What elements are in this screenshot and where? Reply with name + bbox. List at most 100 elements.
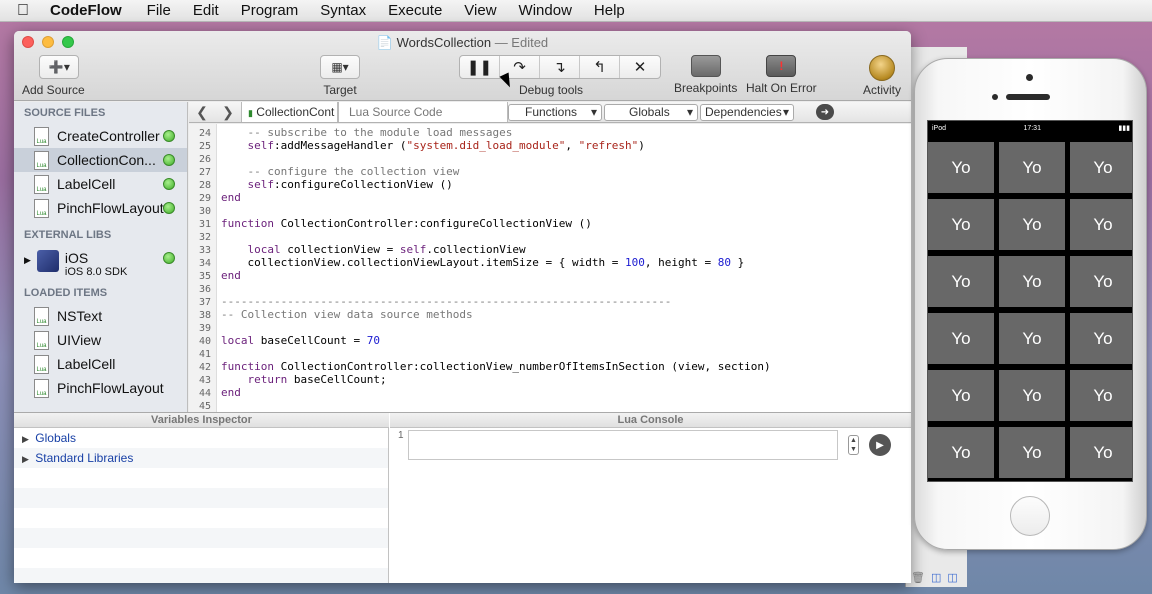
activity-tool[interactable]: Activity [863,55,901,97]
step-into-icon[interactable]: ↴ [540,56,580,78]
forward-arrow-icon[interactable]: ❯ [215,104,241,121]
loaded-item[interactable]: Lua UIView [14,328,187,352]
globals-popup[interactable]: Globals ▾ [604,103,698,121]
tab-lua-source-code[interactable]: Lua Source Code [338,102,508,122]
variables-row-standard-libraries[interactable]: ▶ Standard Libraries [14,448,388,468]
console-input[interactable] [408,430,838,460]
loaded-item[interactable]: Lua PinchFlowLayout [14,376,187,400]
home-button[interactable] [1010,496,1050,536]
code-line[interactable]: 33 local collectionView = self.collectio… [189,243,911,256]
trash-icon[interactable]: 🗑 [911,571,925,584]
functions-popup[interactable]: Functions ▾ [508,103,602,121]
code-line[interactable]: 40 local baseCellCount = 70 [189,334,911,347]
stop-icon[interactable]: ✕ [620,56,660,78]
variables-row-globals[interactable]: ▶ Globals [14,428,388,448]
collection-cell[interactable]: Yo [928,142,994,193]
halt-on-error-icon[interactable]: ! [766,55,797,77]
menu-edit[interactable]: Edit [182,2,230,19]
collection-cell[interactable]: Yo [999,370,1065,421]
code-line[interactable]: 44 end [189,386,911,399]
menu-window[interactable]: Window [508,2,583,19]
background-window-toolbar: 🗑 ◫ ◫ [905,567,967,587]
code-line[interactable]: 37 --------------------------------------… [189,295,911,308]
collection-cell[interactable]: Yo [1070,370,1132,421]
tab-collection-controller[interactable]: ▮ CollectionCont [241,102,338,122]
disclosure-triangle-icon[interactable]: ▶ [22,434,29,444]
menu-execute[interactable]: Execute [377,2,453,19]
panel-right-icon[interactable]: ◫ [947,571,957,584]
lua-file-icon: Lua [34,306,49,326]
window-title-text: WordsCollection [396,35,492,50]
disclosure-triangle-icon[interactable]: ▶ [24,255,31,266]
collection-cell[interactable]: Yo [928,313,994,364]
menu-view[interactable]: View [453,2,507,19]
disclosure-triangle-icon[interactable]: ▶ [22,454,29,464]
breakpoints-tool[interactable]: Breakpoints [674,55,737,95]
collection-cell[interactable]: Yo [1070,313,1132,364]
breakpoint-icon[interactable] [690,55,721,77]
collection-cell[interactable]: Yo [1070,142,1132,193]
apple-icon[interactable]:  [0,2,46,20]
source-file-item[interactable]: Lua CreateController [14,124,187,148]
code-line[interactable]: 32 [189,230,911,243]
dependencies-popup[interactable]: Dependencies ▾ [700,103,794,121]
menu-syntax[interactable]: Syntax [309,2,377,19]
collection-cell[interactable]: Yo [999,142,1065,193]
collection-cell[interactable]: Yo [999,199,1065,250]
external-lib-ios[interactable]: ▶ iOS iOS 8.0 SDK [14,246,187,280]
collection-cell[interactable]: Yo [999,256,1065,307]
collection-cell[interactable]: Yo [928,427,994,478]
add-source-button[interactable]: ➕▾ [39,55,80,79]
code-line[interactable]: 29 end [189,191,911,204]
code-line[interactable]: 27 -- configure the collection view [189,165,911,178]
halt-on-error-tool[interactable]: ! Halt On Error [746,55,817,95]
pause-icon[interactable]: ❚❚ [460,56,500,78]
code-line[interactable]: 30 [189,204,911,217]
simulator-screen[interactable]: iPod 17:31 ▮▮▮ Yo Yo Yo Yo Yo Yo Yo Yo Yo Yo Yo Yo Y… [927,120,1133,482]
code-line[interactable]: 45 [189,399,911,412]
activity-icon[interactable] [869,55,895,81]
menu-help[interactable]: Help [583,2,636,19]
source-file-item-selected[interactable]: Lua CollectionCon... [14,148,187,172]
collection-cell[interactable]: Yo [999,427,1065,478]
loaded-item[interactable]: Lua NSText [14,304,187,328]
code-line[interactable]: 41 [189,347,911,360]
code-line[interactable]: 43 return baseCellCount; [189,373,911,386]
collection-cell[interactable]: Yo [1070,427,1132,478]
collection-cell[interactable]: Yo [1070,199,1132,250]
code-line[interactable]: 28 self:configureCollectionView () [189,178,911,191]
collection-cell[interactable]: Yo [928,370,994,421]
menu-program[interactable]: Program [230,2,310,19]
collection-cell[interactable]: Yo [928,199,994,250]
collection-cell[interactable]: Yo [928,256,994,307]
code-line[interactable]: 25 self:addMessageHandler ("system.did_l… [189,139,911,152]
menu-app-name[interactable]: CodeFlow [46,2,136,19]
collection-cell[interactable]: Yo [1070,256,1132,307]
panel-left-icon[interactable]: ◫ [931,571,941,584]
code-line[interactable]: 35 end [189,269,911,282]
back-arrow-icon[interactable]: ❮ [189,104,215,121]
code-line[interactable]: 39 [189,321,911,334]
add-source-tool[interactable]: ➕▾ Add Source [22,55,85,97]
code-line[interactable]: 24 -- subscribe to the module load messa… [189,126,911,139]
code-line[interactable]: 36 [189,282,911,295]
chevron-down-icon: ▾ [782,104,789,119]
code-line[interactable]: 34 collectionView.collectionViewLayout.i… [189,256,911,269]
go-arrow-icon[interactable]: ➜ [816,104,834,120]
target-tool[interactable]: ▦▾ Target [320,55,360,97]
source-file-item[interactable]: Lua LabelCell [14,172,187,196]
menu-file[interactable]: File [136,2,182,19]
loaded-item[interactable]: Lua LabelCell [14,352,187,376]
code-line[interactable]: 38 -- Collection view data source methods [189,308,911,321]
collection-cell[interactable]: Yo [999,313,1065,364]
target-button[interactable]: ▦▾ [320,55,360,79]
edited-indicator[interactable]: — Edited [495,35,548,50]
run-play-icon[interactable]: ▶ [869,434,891,456]
code-line[interactable]: 26 [189,152,911,165]
console-history-stepper[interactable]: ▲ ▼ [848,435,859,455]
code-line[interactable]: 31 function CollectionController:configur… [189,217,911,230]
source-file-item[interactable]: Lua PinchFlowLayout [14,196,187,220]
code-line[interactable]: 42 function CollectionController:collecti… [189,360,911,373]
code-editor[interactable]: 24 -- subscribe to the module load messa… [189,124,911,412]
step-out-icon[interactable]: ↰ [580,56,620,78]
